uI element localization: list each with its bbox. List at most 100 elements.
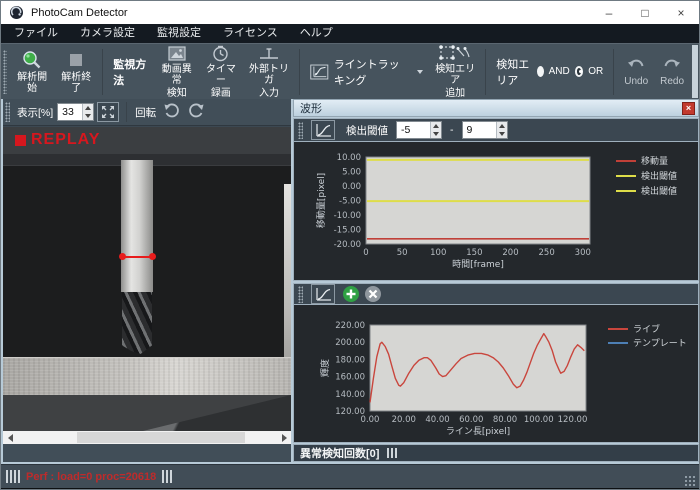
menu-license[interactable]: ライセンス bbox=[212, 24, 289, 43]
timer-record-button[interactable]: タイマー 録画 bbox=[199, 43, 243, 101]
svg-text:ライブ: ライブ bbox=[633, 323, 660, 335]
undo-arrow-icon bbox=[625, 57, 647, 74]
svg-text:-20.00: -20.00 bbox=[334, 240, 361, 250]
panel-close-button[interactable]: × bbox=[682, 102, 695, 115]
curve-icon bbox=[314, 287, 332, 302]
svg-text:100: 100 bbox=[430, 248, 446, 258]
and-radio-label[interactable]: AND bbox=[549, 66, 570, 77]
brightness-curve-button[interactable] bbox=[311, 284, 335, 304]
external-trigger-button[interactable]: 外部トリガ 入力 bbox=[243, 43, 295, 101]
close-button[interactable]: × bbox=[663, 1, 699, 24]
threshold-low-down[interactable] bbox=[431, 130, 441, 138]
scroll-right-button[interactable] bbox=[277, 431, 291, 444]
zoom-down-button[interactable] bbox=[83, 112, 93, 120]
svg-text:300: 300 bbox=[575, 248, 591, 258]
video-anomaly-button[interactable]: 動画異常 検知 bbox=[155, 43, 199, 101]
chevron-down-icon bbox=[417, 70, 423, 74]
redo-button[interactable]: Redo bbox=[654, 55, 690, 89]
menu-monitor-settings[interactable]: 監視設定 bbox=[146, 24, 212, 43]
scroll-left-button[interactable] bbox=[3, 431, 17, 444]
or-radio-label[interactable]: OR bbox=[588, 66, 603, 77]
trigger-signal-icon bbox=[259, 45, 279, 62]
statusbar: Perf : load=0 proc=20618 bbox=[1, 464, 699, 488]
threshold-low-value[interactable]: -5 bbox=[397, 122, 430, 138]
minimize-button[interactable]: – bbox=[591, 1, 627, 24]
maximize-button[interactable]: □ bbox=[627, 1, 663, 24]
zoom-up-button[interactable] bbox=[83, 104, 93, 112]
svg-text:140.00: 140.00 bbox=[335, 390, 365, 400]
resize-grip[interactable] bbox=[685, 476, 696, 487]
svg-text:160.00: 160.00 bbox=[335, 373, 365, 383]
svg-text:180.00: 180.00 bbox=[335, 355, 365, 365]
add-detection-area-button[interactable]: 検知エリア 追加 bbox=[429, 42, 481, 101]
line-tracking-button[interactable]: ライントラッキング bbox=[304, 56, 429, 88]
svg-text:ライン長[pixel]: ライン長[pixel] bbox=[446, 426, 510, 437]
threshold-toolbar: 検出閾値 -5 - 9 bbox=[293, 118, 699, 142]
work-table bbox=[3, 357, 291, 395]
fit-view-button[interactable] bbox=[97, 102, 119, 122]
statusbar-grip-icon bbox=[6, 470, 20, 483]
svg-text:輝度: 輝度 bbox=[319, 359, 331, 377]
zoom-value[interactable]: 33 bbox=[58, 104, 82, 120]
content-area: 表示[%] 33 回転 bbox=[1, 99, 700, 464]
threshold-high-spinbox[interactable]: 9 bbox=[462, 121, 508, 139]
svg-text:0.00: 0.00 bbox=[361, 415, 380, 425]
analyze-start-button[interactable]: 解析開始 bbox=[10, 48, 54, 96]
toolbar-separator bbox=[102, 49, 103, 95]
rotate-cw-button[interactable] bbox=[186, 100, 206, 125]
scrollbar-thumb[interactable] bbox=[77, 432, 245, 443]
svg-text:200: 200 bbox=[502, 248, 518, 258]
svg-text:0: 0 bbox=[363, 248, 368, 258]
stop-square-icon bbox=[66, 50, 86, 70]
toolbar-overflow-scrollbar[interactable] bbox=[692, 45, 698, 98]
threshold-toolbar-grip[interactable] bbox=[298, 122, 303, 139]
threshold-curve-button[interactable] bbox=[311, 120, 335, 140]
statusbar-grip-icon bbox=[162, 470, 172, 483]
add-line-button[interactable] bbox=[342, 285, 360, 303]
menu-help[interactable]: ヘルプ bbox=[289, 24, 344, 43]
svg-text:20.00: 20.00 bbox=[392, 415, 416, 425]
toolbar-separator bbox=[613, 49, 614, 95]
fit-screen-icon bbox=[101, 105, 115, 119]
threshold-high-value[interactable]: 9 bbox=[463, 122, 496, 138]
polygon-area-icon bbox=[438, 44, 472, 62]
analyze-end-button[interactable]: 解析終了 bbox=[54, 48, 98, 96]
tool-flutes bbox=[122, 292, 152, 354]
video-toolbar-grip[interactable] bbox=[5, 102, 10, 122]
video-toolbar-separator bbox=[126, 102, 127, 122]
svg-text:移動量: 移動量 bbox=[641, 155, 668, 167]
threshold-low-spinbox[interactable]: -5 bbox=[396, 121, 442, 139]
svg-text:移動量[pixel]: 移動量[pixel] bbox=[315, 173, 327, 228]
zoom-spinbox[interactable]: 33 bbox=[57, 103, 94, 121]
replay-indicator: REPLAY bbox=[15, 131, 100, 149]
scrollbar-track[interactable] bbox=[17, 431, 277, 444]
tool-shank bbox=[121, 160, 153, 292]
rotate-ccw-button[interactable] bbox=[162, 100, 182, 125]
toolbar-grip[interactable] bbox=[3, 50, 7, 94]
and-radio[interactable] bbox=[537, 66, 544, 77]
measurement-handle-left[interactable] bbox=[119, 253, 126, 260]
rotate-cw-icon bbox=[186, 100, 206, 120]
video-horizontal-scrollbar[interactable] bbox=[3, 431, 291, 444]
perf-status-text: Perf : load=0 proc=20618 bbox=[26, 471, 156, 483]
menubar: ファイル カメラ設定 監視設定 ライセンス ヘルプ bbox=[1, 24, 699, 43]
threshold-high-down[interactable] bbox=[497, 130, 507, 138]
menu-camera-settings[interactable]: カメラ設定 bbox=[69, 24, 146, 43]
rotate-label: 回転 bbox=[131, 105, 160, 120]
threshold-high-up[interactable] bbox=[497, 122, 507, 130]
svg-text:80.00: 80.00 bbox=[493, 415, 517, 425]
video-view[interactable]: REPLAY bbox=[3, 127, 291, 431]
measurement-line[interactable] bbox=[123, 256, 152, 258]
rotate-ccw-icon bbox=[162, 100, 182, 120]
or-radio[interactable] bbox=[575, 66, 583, 77]
menu-file[interactable]: ファイル bbox=[3, 24, 69, 43]
svg-text:-15.00: -15.00 bbox=[334, 226, 361, 236]
remove-line-button[interactable] bbox=[364, 285, 382, 303]
measurement-handle-right[interactable] bbox=[149, 253, 156, 260]
threshold-low-up[interactable] bbox=[431, 122, 441, 130]
replay-label: REPLAY bbox=[31, 131, 100, 149]
undo-button[interactable]: Undo bbox=[618, 55, 654, 89]
brightness-toolbar-grip[interactable] bbox=[298, 286, 303, 303]
waveform-header: 波形 × bbox=[293, 99, 699, 117]
toolbar-separator bbox=[299, 49, 300, 95]
